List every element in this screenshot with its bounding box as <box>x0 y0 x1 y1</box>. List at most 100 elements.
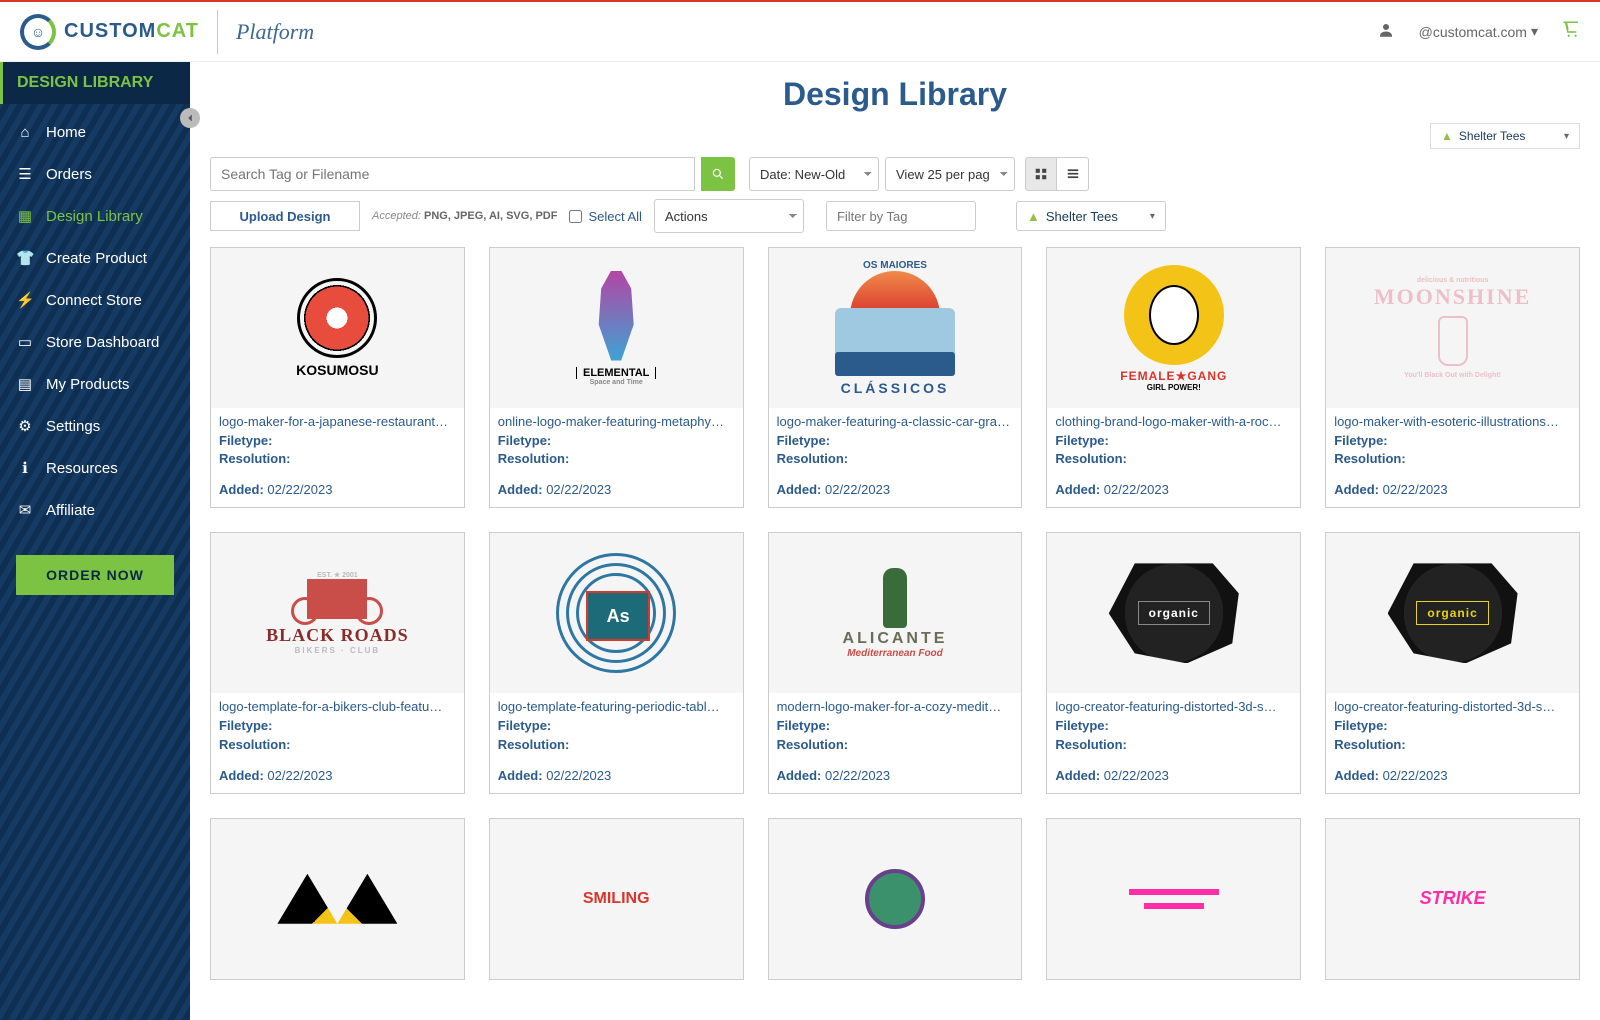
toolbar-row-2: Upload Design Accepted: PNG, JPEG, AI, S… <box>210 199 1580 233</box>
design-card[interactable]: SMILING <box>489 818 744 980</box>
view-toggle <box>1025 157 1089 191</box>
design-name[interactable]: online-logo-maker-featuring-metaphy… <box>498 414 735 429</box>
added-label: Added: 02/22/2023 <box>1055 482 1292 497</box>
tshirt-icon: 👕 <box>16 249 34 267</box>
design-card[interactable]: OS MAIORESCLÁSSICOS logo-maker-featuring… <box>768 247 1023 508</box>
filetype-label: Filetype: <box>1055 717 1292 735</box>
design-name[interactable]: clothing-brand-logo-maker-with-a-roc… <box>1055 414 1292 429</box>
filetype-label: Filetype: <box>1055 432 1292 450</box>
design-card[interactable]: delicious & nutritiousMOONSHINEYou'll Bl… <box>1325 247 1580 508</box>
list-view-button[interactable] <box>1057 157 1089 191</box>
cart-icon[interactable] <box>1562 20 1580 44</box>
plug-icon: ⚡ <box>16 291 34 309</box>
sidebar-item-my-products[interactable]: ▤My Products <box>0 363 190 405</box>
design-thumb <box>769 819 1022 979</box>
added-label: Added: 02/22/2023 <box>498 482 735 497</box>
store-select-secondary[interactable]: ▲ Shelter Tees ▾ <box>1016 201 1166 231</box>
design-grid: KOSUMOSU logo-maker-for-a-japanese-resta… <box>210 247 1580 980</box>
sidebar-item-create-product[interactable]: 👕 Create Product <box>0 237 190 279</box>
caret-down-icon: ▾ <box>1531 23 1538 40</box>
resolution-label: Resolution: <box>1334 736 1571 754</box>
perpage-select[interactable]: View 25 per page <box>885 157 1015 191</box>
sidebar-item-label: Create Product <box>46 250 147 267</box>
sidebar-item-label: Store Dashboard <box>46 334 159 351</box>
sidebar-item-orders[interactable]: ☰Orders <box>0 153 190 195</box>
filetype-label: Filetype: <box>777 432 1014 450</box>
search-input[interactable] <box>210 157 695 191</box>
design-name[interactable]: logo-maker-for-a-japanese-restaurant… <box>219 414 456 429</box>
design-name[interactable]: logo-template-for-a-bikers-club-featu… <box>219 699 456 714</box>
sidebar-item-label: Home <box>46 124 86 141</box>
sidebar: DESIGN LIBRARY ⌂ Home ☰Orders ▦Design Lib… <box>0 62 190 1020</box>
header-right: @customcat.com ▾ <box>1377 20 1580 44</box>
main-content: Design Library ▲ Shelter Tees ▾ Date: Ne… <box>190 62 1600 1020</box>
filetype-label: Filetype: <box>219 717 456 735</box>
design-name[interactable]: logo-creator-featuring-distorted-3d-s… <box>1055 699 1292 714</box>
actions-select[interactable]: Actions <box>654 199 804 233</box>
select-all[interactable]: Select All <box>569 209 641 224</box>
design-card[interactable] <box>210 818 465 980</box>
design-thumb: delicious & nutritiousMOONSHINEYou'll Bl… <box>1326 248 1579 408</box>
order-now-button[interactable]: ORDER NOW <box>16 555 174 595</box>
design-card[interactable]: As logo-template-featuring-periodic-tabl… <box>489 532 744 793</box>
brand-custom: CUSTOM <box>64 20 156 42</box>
design-name[interactable]: logo-template-featuring-periodic-tabl… <box>498 699 735 714</box>
upload-design-button[interactable]: Upload Design <box>210 201 360 231</box>
filetype-label: Filetype: <box>1334 432 1571 450</box>
sidebar-item-affiliate[interactable]: ✉Affiliate <box>0 489 190 531</box>
sort-select[interactable]: Date: New-Old <box>749 157 879 191</box>
design-card[interactable] <box>1046 818 1301 980</box>
caret-down-icon: ▾ <box>1564 131 1569 142</box>
info-icon: ℹ <box>16 459 34 477</box>
sidebar-collapse-button[interactable] <box>180 108 200 128</box>
sidebar-item-connect-store[interactable]: ⚡Connect Store <box>0 279 190 321</box>
grid-view-button[interactable] <box>1025 157 1057 191</box>
design-thumb: SMILING <box>490 819 743 979</box>
accepted-formats: Accepted: PNG, JPEG, AI, SVG, PDF <box>372 210 557 222</box>
home-icon: ⌂ <box>16 124 34 141</box>
design-card[interactable]: STRIKE <box>1325 818 1580 980</box>
design-thumb <box>211 819 464 979</box>
image-icon: ▦ <box>16 207 34 225</box>
design-thumb: ALICANTEMediterranean Food <box>769 533 1022 693</box>
design-card[interactable]: organic logo-creator-featuring-distorted… <box>1046 532 1301 793</box>
design-card[interactable]: ALICANTEMediterranean Food modern-logo-m… <box>768 532 1023 793</box>
sidebar-title: DESIGN LIBRARY <box>0 62 190 104</box>
design-thumb: OS MAIORESCLÁSSICOS <box>769 248 1022 408</box>
brand-cat: CAT <box>156 20 199 42</box>
design-thumb: As <box>490 533 743 693</box>
shopify-icon: ▲ <box>1027 209 1040 224</box>
resolution-label: Resolution: <box>777 450 1014 468</box>
added-label: Added: 02/22/2023 <box>1055 768 1292 783</box>
design-card[interactable]: EST. ★ 2001BLACK ROADSBIKERS · CLUB logo… <box>210 532 465 793</box>
store-chip[interactable]: ▲ Shelter Tees ▾ <box>1430 123 1580 149</box>
user-icon[interactable] <box>1377 21 1395 42</box>
design-name[interactable]: logo-maker-with-esoteric-illustrations… <box>1334 414 1571 429</box>
design-name[interactable]: modern-logo-maker-for-a-cozy-medit… <box>777 699 1014 714</box>
design-thumb: FEMALE★GANGGIRL POWER! <box>1047 248 1300 408</box>
sidebar-item-store-dashboard[interactable]: ▭Store Dashboard <box>0 321 190 363</box>
design-card[interactable]: ELEMENTALSpace and Time online-logo-make… <box>489 247 744 508</box>
design-card[interactable]: FEMALE★GANGGIRL POWER! clothing-brand-lo… <box>1046 247 1301 508</box>
resolution-label: Resolution: <box>498 450 735 468</box>
select-all-checkbox[interactable] <box>569 210 582 223</box>
sidebar-item-resources[interactable]: ℹResources <box>0 447 190 489</box>
handshake-icon: ✉ <box>16 501 34 519</box>
brand-logo[interactable]: ☺ CUSTOMCAT <box>20 14 199 50</box>
design-card[interactable]: organic logo-creator-featuring-distorted… <box>1325 532 1580 793</box>
sidebar-item-label: My Products <box>46 376 129 393</box>
user-dropdown[interactable]: @customcat.com ▾ <box>1419 23 1538 40</box>
tag-filter-input[interactable] <box>826 201 976 231</box>
sidebar-item-home[interactable]: ⌂ Home <box>0 112 190 153</box>
resolution-label: Resolution: <box>219 736 456 754</box>
design-card[interactable] <box>768 818 1023 980</box>
sidebar-item-design-library[interactable]: ▦Design Library <box>0 195 190 237</box>
sidebar-item-settings[interactable]: ⚙Settings <box>0 405 190 447</box>
design-name[interactable]: logo-maker-featuring-a-classic-car-gra… <box>777 414 1014 429</box>
design-name[interactable]: logo-creator-featuring-distorted-3d-s… <box>1334 699 1571 714</box>
sidebar-item-label: Settings <box>46 418 100 435</box>
added-label: Added: 02/22/2023 <box>1334 768 1571 783</box>
design-card[interactable]: KOSUMOSU logo-maker-for-a-japanese-resta… <box>210 247 465 508</box>
design-thumb: STRIKE <box>1326 819 1579 979</box>
search-button[interactable] <box>701 157 735 191</box>
